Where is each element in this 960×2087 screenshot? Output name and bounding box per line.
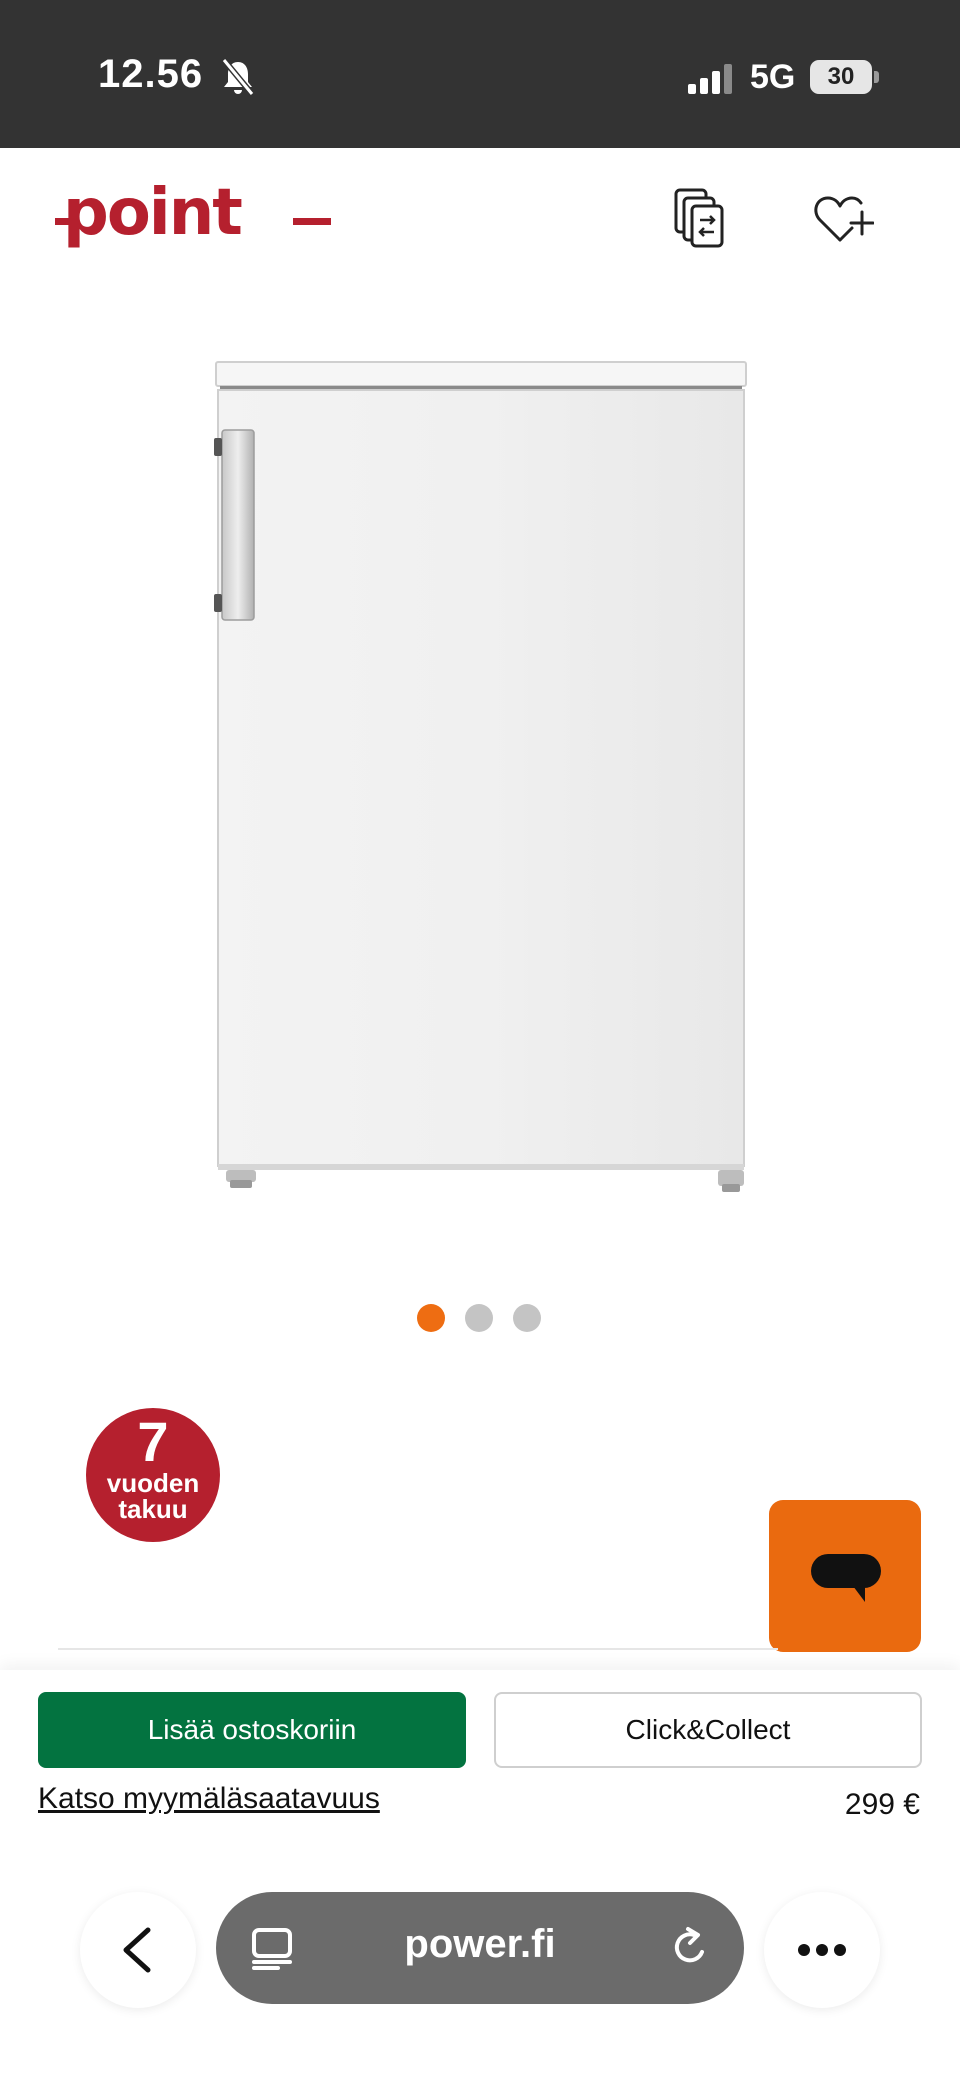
chat-button[interactable] [769,1500,921,1652]
chat-bubble-icon [811,1554,881,1602]
store-availability-link[interactable]: Katso myymäläsaatavuus [38,1782,380,1816]
add-to-cart-button[interactable]: Lisää ostoskoriin [38,1692,466,1768]
carousel-dots [417,1304,541,1332]
logo-text: point [63,180,242,250]
click-and-collect-button[interactable]: Click&Collect [494,1692,922,1768]
warranty-line-2: takuu [118,1494,188,1524]
battery-icon: 30 [810,60,872,94]
carousel-dot-3[interactable] [513,1304,541,1332]
warranty-line-1: vuoden [106,1468,200,1498]
buy-bar: Lisää ostoskoriin Click&Collect Katso my… [0,1670,960,1852]
carousel-dot-2[interactable] [465,1304,493,1332]
bell-slash-icon [221,58,255,96]
reload-icon[interactable] [668,1926,712,1970]
battery-tip [874,71,879,83]
wishlist-heart-plus-icon[interactable] [812,190,874,246]
url-bar[interactable]: power.fi [216,1892,744,2004]
url-text: power.fi [404,1922,556,1966]
status-bar: 12.56 5G 30 [0,0,960,148]
warranty-badge: 7 vuoden takuu [86,1408,220,1542]
status-time: 12.56 [98,52,204,96]
back-chevron-icon [123,1927,151,1973]
back-button[interactable] [80,1892,196,2008]
compare-icon[interactable] [672,186,728,250]
browser-toolbar: power.fi [0,1852,960,2087]
warranty-years: 7 [137,1410,169,1473]
carousel-dot-1[interactable] [417,1304,445,1332]
divider [58,1648,778,1650]
more-options-button[interactable] [764,1892,880,2008]
signal-icon [688,64,732,94]
network-label: 5G [750,58,796,96]
point-logo[interactable]: point [55,180,331,260]
product-image-fridge[interactable] [210,356,750,1196]
more-icon [798,1944,846,1956]
product-price: 299 € [844,1788,920,1821]
